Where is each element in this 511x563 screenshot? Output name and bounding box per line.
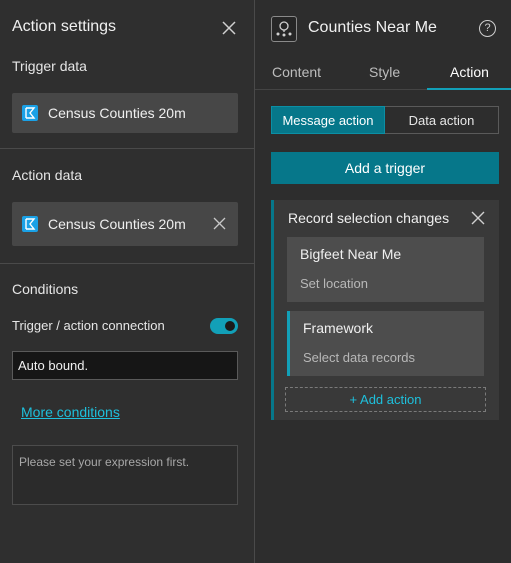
action-card-sub: Set location <box>300 276 368 291</box>
trigger-data-source-label: Census Counties 20m <box>48 105 186 121</box>
widget-icon <box>271 16 297 42</box>
action-data-source[interactable]: Census Counties 20m <box>12 202 238 246</box>
connection-label: Trigger / action connection <box>12 318 165 333</box>
more-conditions-link[interactable]: More conditions <box>21 404 120 420</box>
close-icon[interactable] <box>221 20 237 36</box>
action-card-name: Framework <box>303 320 374 336</box>
divider <box>0 148 254 149</box>
add-trigger-button[interactable]: Add a trigger <box>271 152 499 184</box>
action-card[interactable]: Bigfeet Near Me Set location <box>287 237 484 302</box>
add-action-button[interactable]: + Add action <box>285 387 486 412</box>
action-data-label: Action data <box>12 167 83 183</box>
message-action-button[interactable]: Message action <box>271 106 385 134</box>
tab-content[interactable]: Content <box>272 64 321 80</box>
feature-layer-icon <box>22 105 38 121</box>
expression-box[interactable]: Please set your expression first. <box>12 445 238 505</box>
binding-field[interactable]: Auto bound. <box>12 351 238 380</box>
action-settings-panel: Action settings Trigger data Census Coun… <box>0 0 254 563</box>
action-card[interactable]: Framework Select data records <box>287 311 484 376</box>
toggle-knob <box>225 321 235 331</box>
remove-data-icon[interactable] <box>213 217 226 230</box>
widget-title: Counties Near Me <box>308 19 437 36</box>
conditions-label: Conditions <box>12 281 79 297</box>
panel-title: Action settings <box>12 18 117 35</box>
active-tab-indicator <box>427 88 511 90</box>
tab-action[interactable]: Action <box>450 64 489 80</box>
divider <box>0 263 254 264</box>
action-card-name: Bigfeet Near Me <box>300 246 402 262</box>
widget-settings-panel: Counties Near Me ? Content Style Action … <box>255 0 511 563</box>
close-icon[interactable] <box>471 211 485 225</box>
data-action-button[interactable]: Data action <box>385 106 499 134</box>
action-data-source-label: Census Counties 20m <box>48 216 186 232</box>
trigger-data-source[interactable]: Census Counties 20m <box>12 93 238 133</box>
trigger-data-label: Trigger data <box>12 58 87 74</box>
action-card-sub: Select data records <box>303 350 416 365</box>
feature-layer-icon <box>22 216 38 232</box>
connection-toggle[interactable] <box>210 318 238 334</box>
tab-style[interactable]: Style <box>369 64 400 80</box>
trigger-card-title: Record selection changes <box>288 210 450 226</box>
help-icon[interactable]: ? <box>479 20 496 37</box>
